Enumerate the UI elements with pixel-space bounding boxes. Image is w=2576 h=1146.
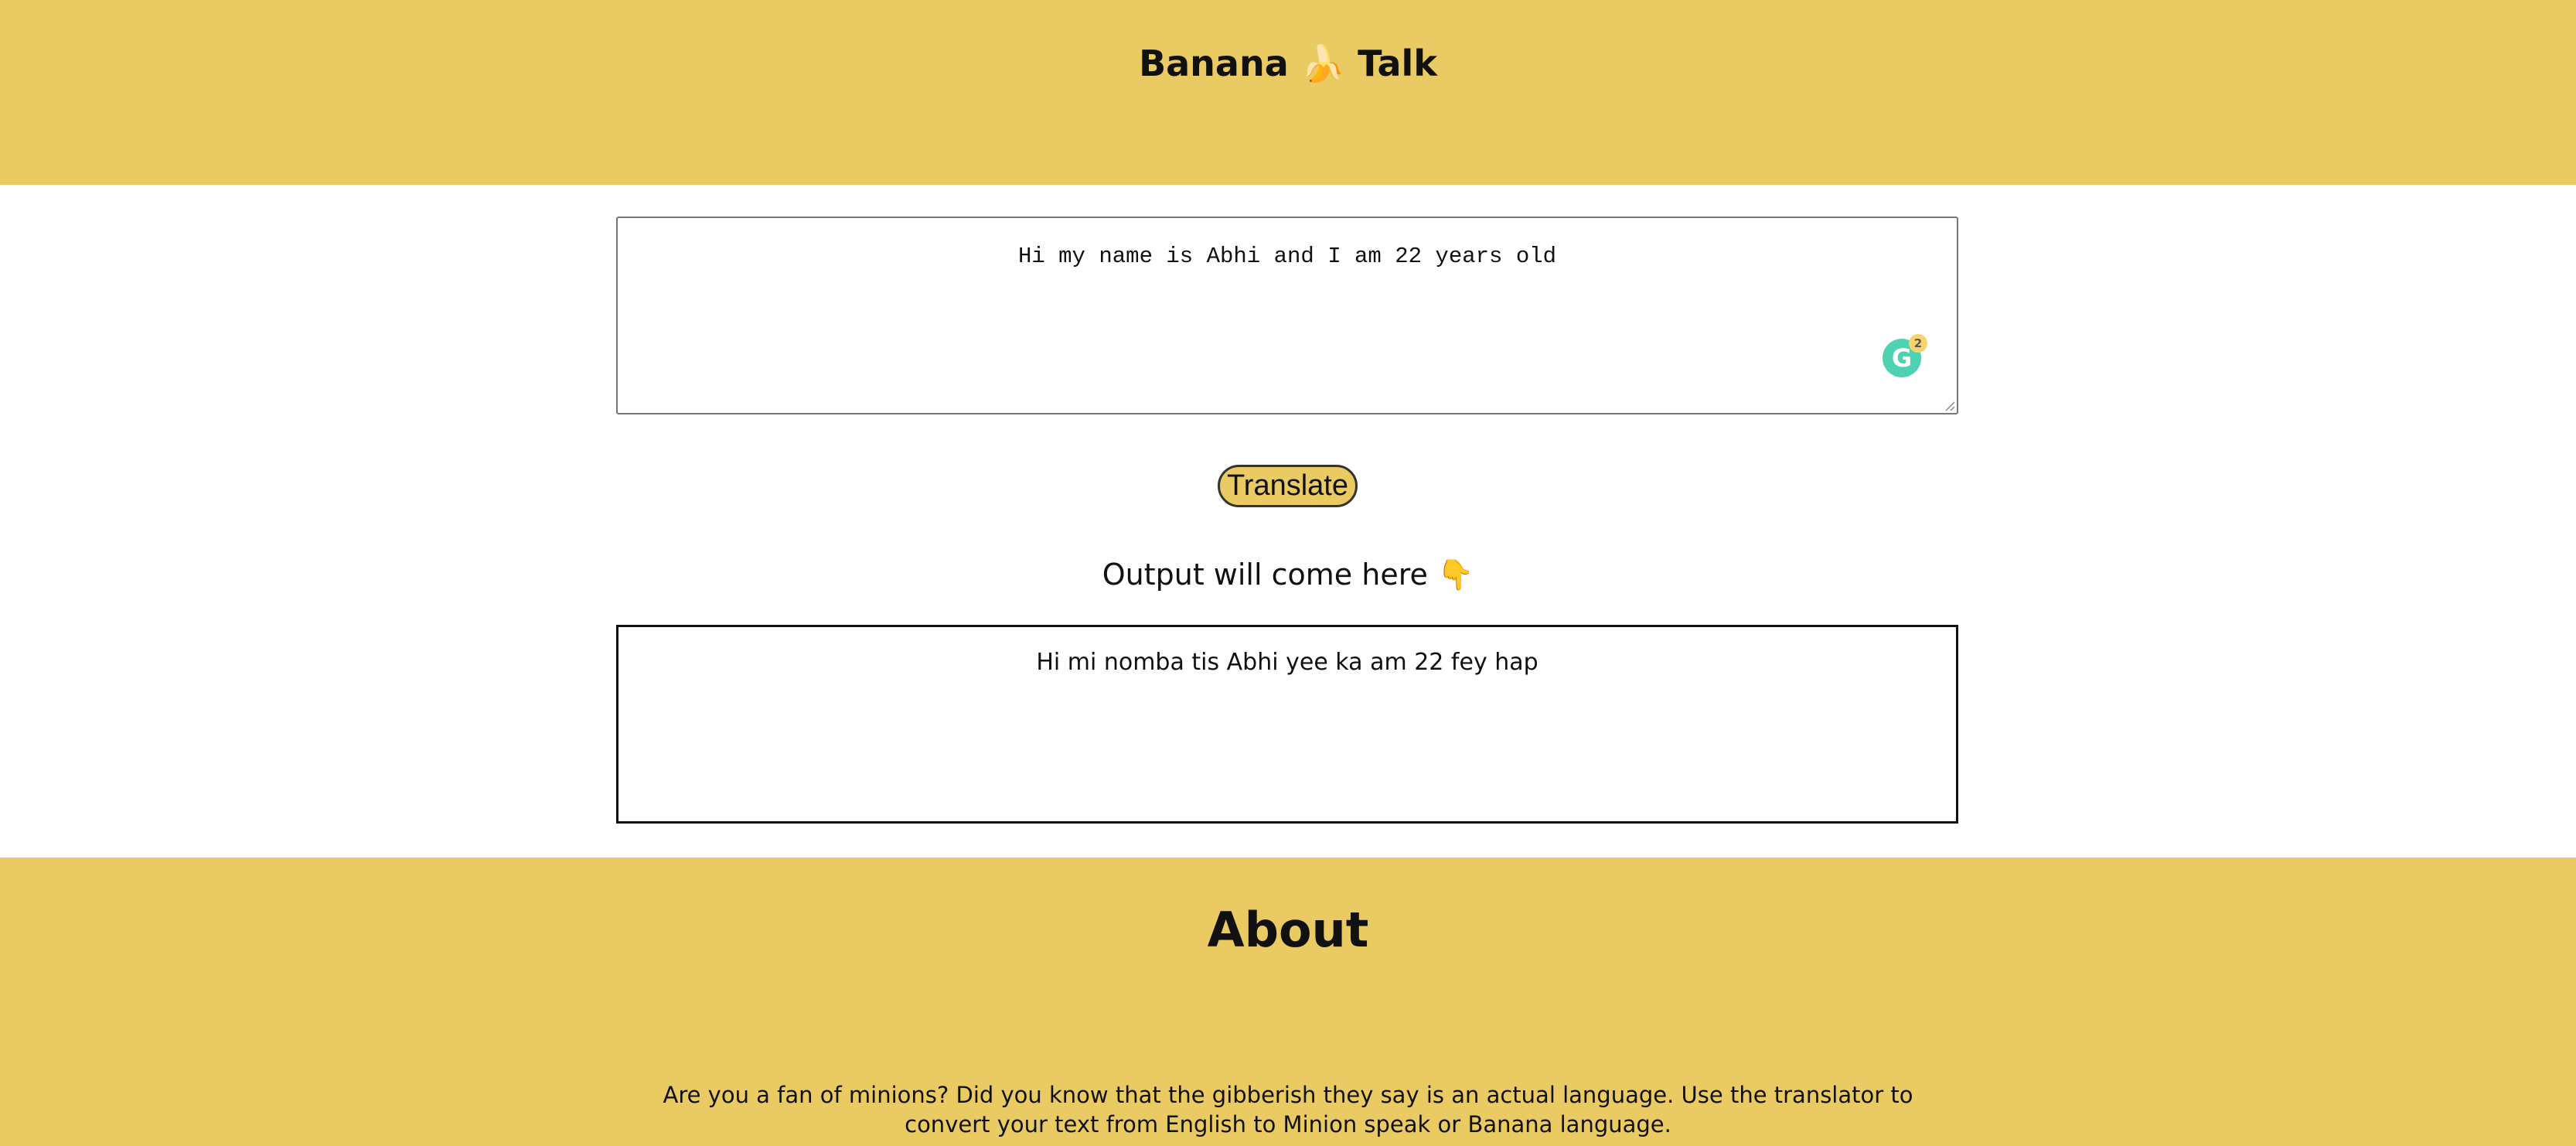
output-label: Output will come here 👇 [1102, 558, 1474, 592]
output-value: Hi mi nomba tis Abhi yee ka am 22 fey ha… [1036, 649, 1538, 676]
resize-handle-icon[interactable] [1943, 399, 1955, 411]
input-value[interactable]: Hi my name is Abhi and I am 22 years old [618, 241, 1957, 272]
grammarly-count-badge: 2 [1909, 334, 1927, 353]
about-title: About [1207, 902, 1369, 958]
translate-button[interactable]: Translate [1218, 465, 1358, 507]
title-text-left: Banana [1139, 43, 1289, 84]
output-box: Hi mi nomba tis Abhi yee ka am 22 fey ha… [616, 625, 1958, 824]
header: Banana 🍌 Talk [0, 0, 2576, 185]
about-section: About Are you a fan of minions? Did you … [0, 858, 2576, 1146]
about-description: Are you a fan of minions? Did you know t… [663, 1082, 1913, 1137]
text-input[interactable]: Hi my name is Abhi and I am 22 years old… [616, 217, 1958, 414]
banana-icon: 🍌 [1300, 43, 1346, 84]
title-text-right: Talk [1358, 43, 1437, 84]
page-title: Banana 🍌 Talk [0, 40, 2576, 87]
grammarly-icon[interactable]: G 2 [1883, 334, 1927, 377]
